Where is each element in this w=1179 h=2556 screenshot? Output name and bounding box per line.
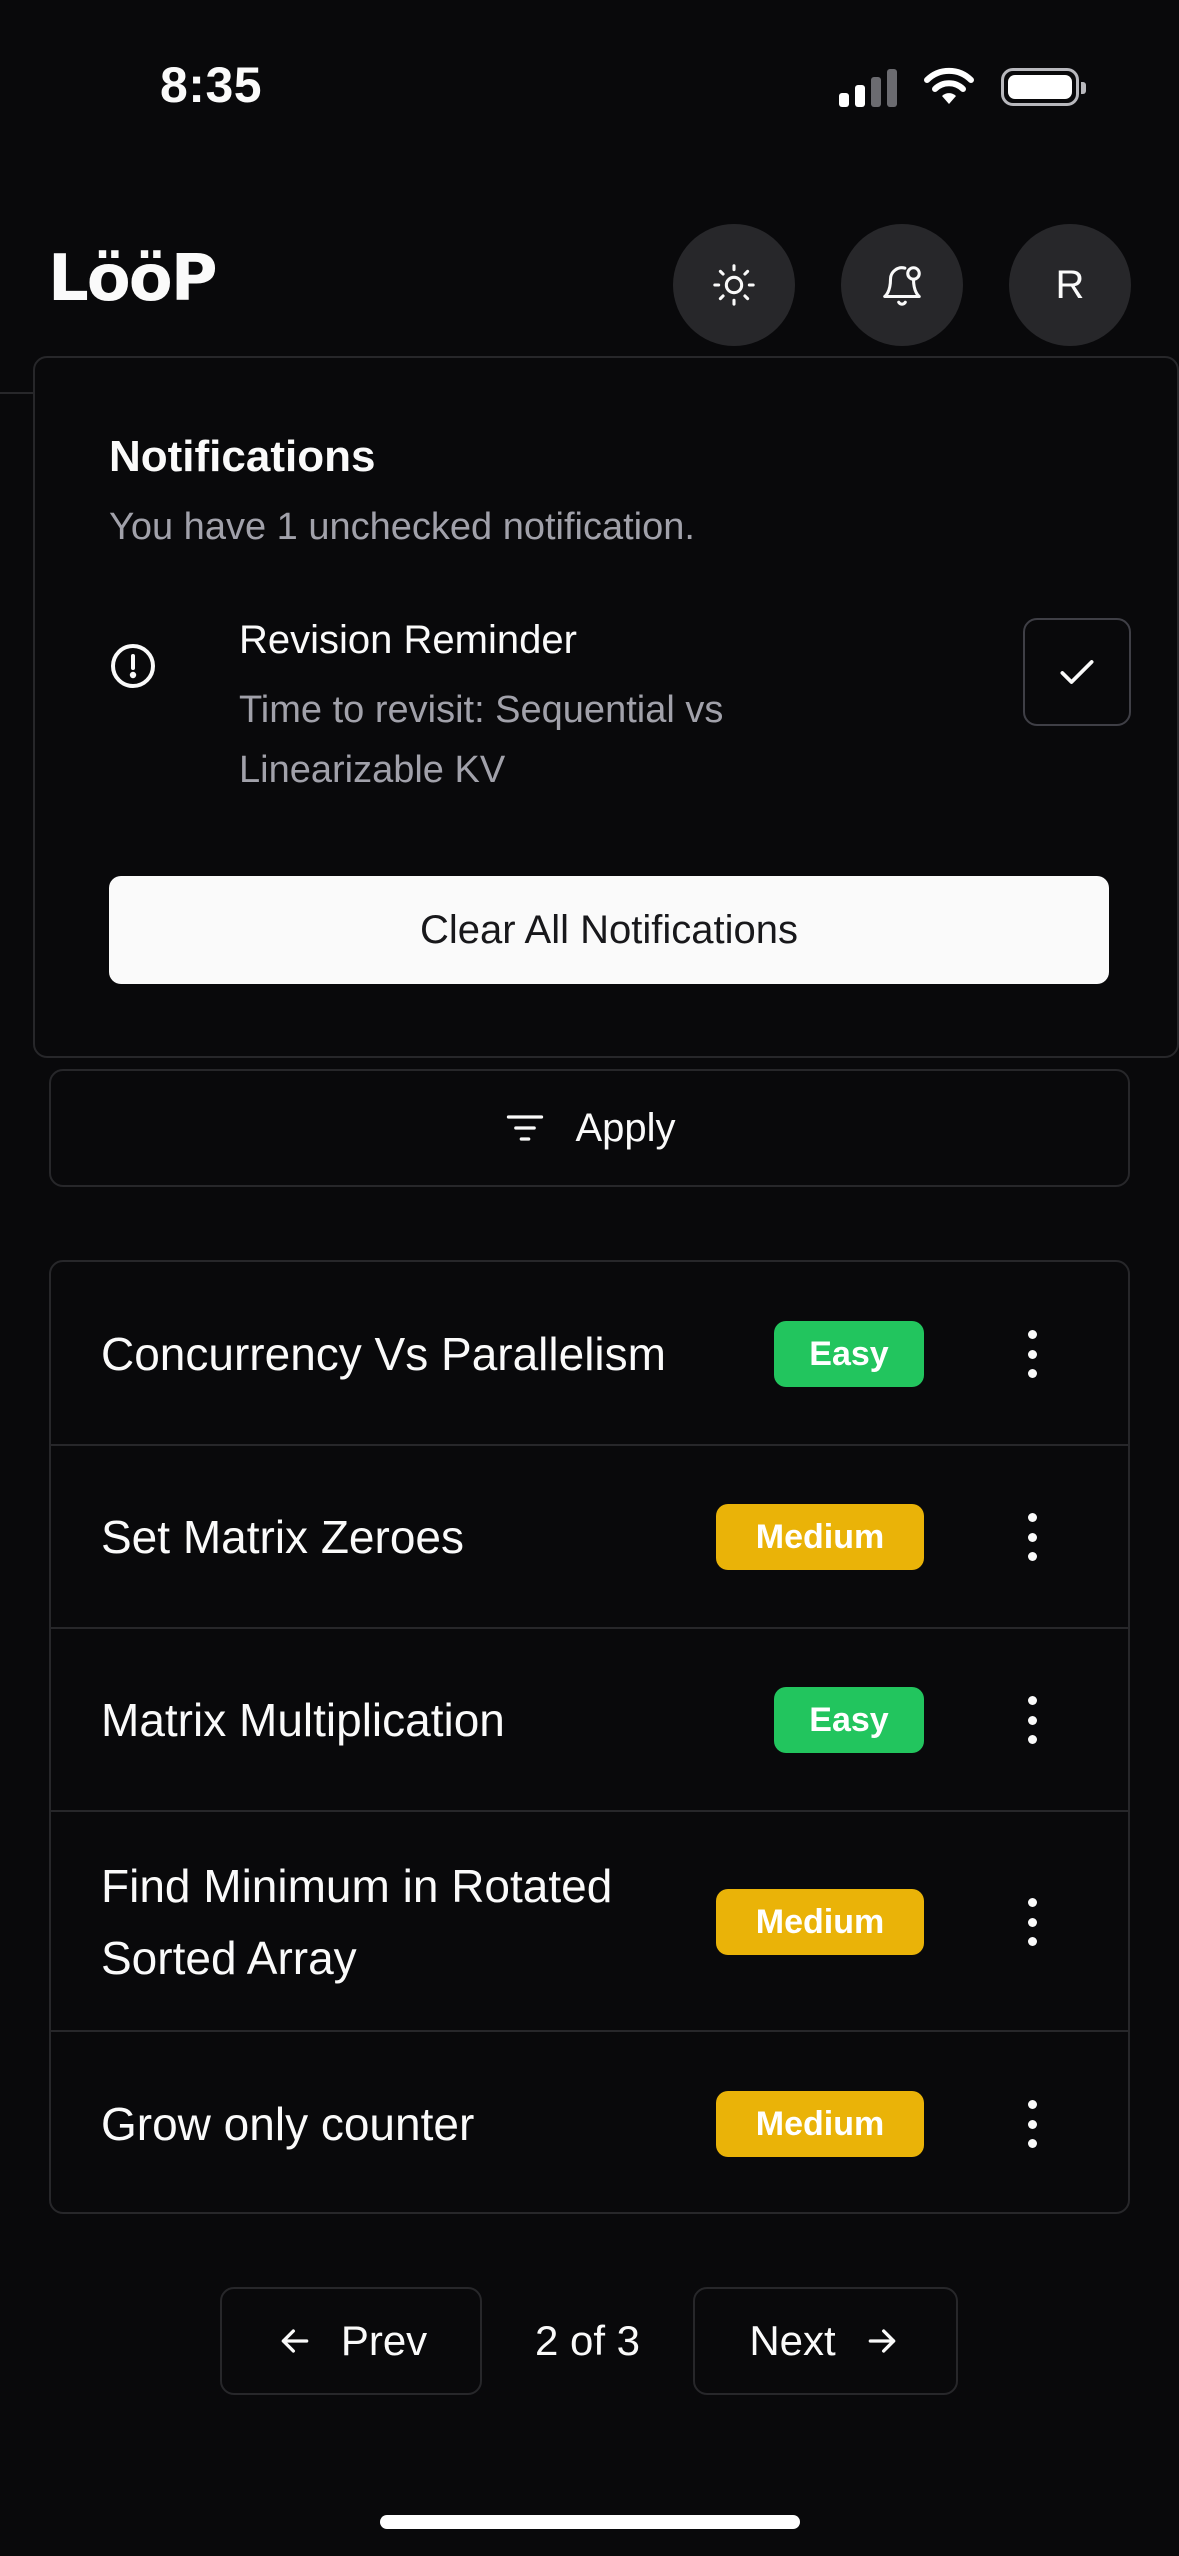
home-indicator[interactable]: [380, 2515, 800, 2529]
problem-title[interactable]: Set Matrix Zeroes: [101, 1501, 464, 1573]
alert-circle-icon: [111, 644, 155, 688]
problem-title[interactable]: Concurrency Vs Parallelism: [101, 1318, 666, 1390]
cellular-signal-icon: [839, 67, 897, 107]
theme-toggle-button[interactable]: [673, 224, 795, 346]
apply-filter-label: Apply: [575, 1105, 676, 1150]
filter-icon: [507, 1115, 544, 1141]
prev-page-button[interactable]: Prev: [220, 2287, 482, 2395]
more-options-icon[interactable]: [1020, 1507, 1044, 1567]
notifications-panel: Notifications You have 1 unchecked notif…: [33, 356, 1179, 1058]
problem-title[interactable]: Matrix Multiplication: [101, 1684, 505, 1756]
list-item[interactable]: Set Matrix Zeroes Medium: [51, 1446, 1128, 1629]
clear-all-notifications-button[interactable]: Clear All Notifications: [109, 876, 1109, 984]
notification-body: Time to revisit: Sequential vs Lineariza…: [239, 689, 724, 791]
problem-title[interactable]: Find Minimum in Rotated Sorted Array: [101, 1850, 701, 1994]
page-indicator: 2 of 3: [534, 2317, 641, 2364]
more-options-icon[interactable]: [1020, 1892, 1044, 1952]
notification-item: Revision Reminder Time to revisit: Seque…: [109, 618, 1131, 798]
list-item[interactable]: Concurrency Vs Parallelism Easy: [51, 1262, 1128, 1446]
check-icon: [1060, 660, 1094, 684]
notifications-title: Notifications: [109, 432, 376, 481]
wifi-icon: [924, 67, 974, 104]
status-time: 8:35: [160, 57, 263, 113]
list-item[interactable]: Grow only counter Medium: [51, 2032, 1128, 2212]
difficulty-badge: Medium: [716, 1889, 924, 1955]
arrow-left-icon: [281, 2329, 309, 2353]
difficulty-badge: Medium: [716, 2091, 924, 2157]
sun-icon: [713, 264, 755, 306]
notification-title: Revision Reminder: [239, 618, 577, 662]
difficulty-badge: Medium: [716, 1504, 924, 1570]
status-bar: 8:35: [0, 0, 1179, 175]
list-item[interactable]: Matrix Multiplication Easy: [51, 1629, 1128, 1812]
next-page-button[interactable]: Next: [693, 2287, 958, 2395]
apply-filter-button[interactable]: Apply: [49, 1069, 1130, 1187]
battery-icon: [1001, 68, 1086, 106]
list-item[interactable]: Find Minimum in Rotated Sorted Array Med…: [51, 1812, 1128, 2032]
user-avatar-button[interactable]: R: [1009, 224, 1131, 346]
more-options-icon[interactable]: [1020, 2094, 1044, 2154]
status-icons: [839, 62, 1086, 112]
more-options-icon[interactable]: [1020, 1690, 1044, 1750]
difficulty-badge: Easy: [774, 1687, 924, 1753]
bell-dot-icon: [883, 266, 921, 306]
problems-list: Concurrency Vs Parallelism Easy Set Matr…: [49, 1260, 1130, 2214]
difficulty-badge: Easy: [774, 1321, 924, 1387]
app-logo[interactable]: LööP: [48, 242, 218, 316]
notifications-subtitle: You have 1 unchecked notification.: [109, 506, 695, 548]
more-options-icon[interactable]: [1020, 1324, 1044, 1384]
mark-read-button[interactable]: [1023, 618, 1131, 726]
next-label: Next: [749, 2317, 836, 2364]
problem-title[interactable]: Grow only counter: [101, 2088, 474, 2160]
arrow-right-icon: [868, 2329, 896, 2353]
prev-label: Prev: [340, 2317, 428, 2364]
notifications-button[interactable]: [841, 224, 963, 346]
